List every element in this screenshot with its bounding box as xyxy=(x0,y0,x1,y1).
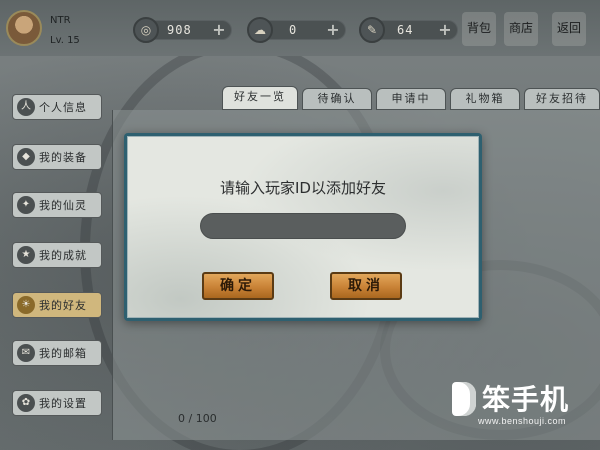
settings-icon: ✿ xyxy=(17,394,35,412)
person-icon: 人 xyxy=(17,98,35,116)
resource-value: 0 xyxy=(289,23,298,37)
menu-item-settings[interactable]: ✿ 我的设置 xyxy=(12,390,102,416)
coin-icon: ◎ xyxy=(133,17,159,43)
back-button[interactable]: 返回 xyxy=(552,12,586,46)
ingot-icon: ☁ xyxy=(247,17,273,43)
menu-item-label: 我的仙灵 xyxy=(39,199,87,212)
player-id-input[interactable] xyxy=(200,213,406,239)
player-name: NTR xyxy=(50,15,71,26)
top-bar: NTR Lv. 15 ◎ 908 + ☁ 0 + ✎ 64 + 背包 商店 返回 xyxy=(0,0,600,56)
menu-item-equipment[interactable]: ◆ 我的装备 xyxy=(12,144,102,170)
dialog-title: 请输入玩家ID以添加好友 xyxy=(220,179,386,197)
menu-item-label: 我的成就 xyxy=(39,249,87,262)
menu-item-label: 我的好友 xyxy=(39,299,87,312)
add-ingots-plus-icon[interactable]: + xyxy=(325,22,341,38)
resource-ingots: ☁ 0 + xyxy=(247,17,346,43)
tab-friend-list[interactable]: 好友一览 xyxy=(222,86,298,110)
mail-icon: ✉ xyxy=(17,344,35,362)
menu-item-label: 我的装备 xyxy=(39,151,87,164)
menu-item-label: 个人信息 xyxy=(39,101,87,114)
resource-value: 908 xyxy=(167,23,192,37)
tab-gift-box[interactable]: 礼物箱 xyxy=(450,88,520,110)
spirit-icon: ✦ xyxy=(17,196,35,214)
menu-item-achievements[interactable]: ★ 我的成就 xyxy=(12,242,102,268)
confirm-button[interactable]: 确定 xyxy=(202,272,274,300)
add-friend-dialog: 请输入玩家ID以添加好友 确定 取消 xyxy=(124,133,482,321)
player-avatar[interactable] xyxy=(6,10,42,46)
achievement-icon: ★ xyxy=(17,246,35,264)
friends-icon: ☀ xyxy=(17,296,35,314)
menu-item-friends[interactable]: ☀ 我的好友 xyxy=(12,292,102,318)
dialog-body: 请输入玩家ID以添加好友 确定 取消 xyxy=(127,136,479,318)
resource-coins: ◎ 908 + xyxy=(133,17,232,43)
equipment-icon: ◆ xyxy=(17,148,35,166)
watermark-logo xyxy=(452,382,476,416)
watermark-brand: 笨手机 xyxy=(482,383,570,416)
resource-scrolls: ✎ 64 + xyxy=(359,17,458,43)
menu-item-label: 我的设置 xyxy=(39,397,87,410)
tab-requesting[interactable]: 申请中 xyxy=(376,88,446,110)
tab-pending[interactable]: 待确认 xyxy=(302,88,372,110)
player-level: Lv. 15 xyxy=(50,35,80,46)
shop-button[interactable]: 商店 xyxy=(504,12,538,46)
watermark-url: www.benshouji.com xyxy=(478,416,567,426)
friends-count: 0 / 100 xyxy=(178,412,217,425)
add-coins-plus-icon[interactable]: + xyxy=(211,22,227,38)
menu-item-profile[interactable]: 人 个人信息 xyxy=(12,94,102,120)
menu-item-mailbox[interactable]: ✉ 我的邮箱 xyxy=(12,340,102,366)
backpack-button[interactable]: 背包 xyxy=(462,12,496,46)
menu-item-spirits[interactable]: ✦ 我的仙灵 xyxy=(12,192,102,218)
scroll-icon: ✎ xyxy=(359,17,385,43)
tab-friend-invite[interactable]: 好友招待 xyxy=(524,88,600,110)
resource-value: 64 xyxy=(397,23,414,37)
add-scrolls-plus-icon[interactable]: + xyxy=(437,22,453,38)
cancel-button[interactable]: 取消 xyxy=(330,272,402,300)
menu-item-label: 我的邮箱 xyxy=(39,347,87,360)
